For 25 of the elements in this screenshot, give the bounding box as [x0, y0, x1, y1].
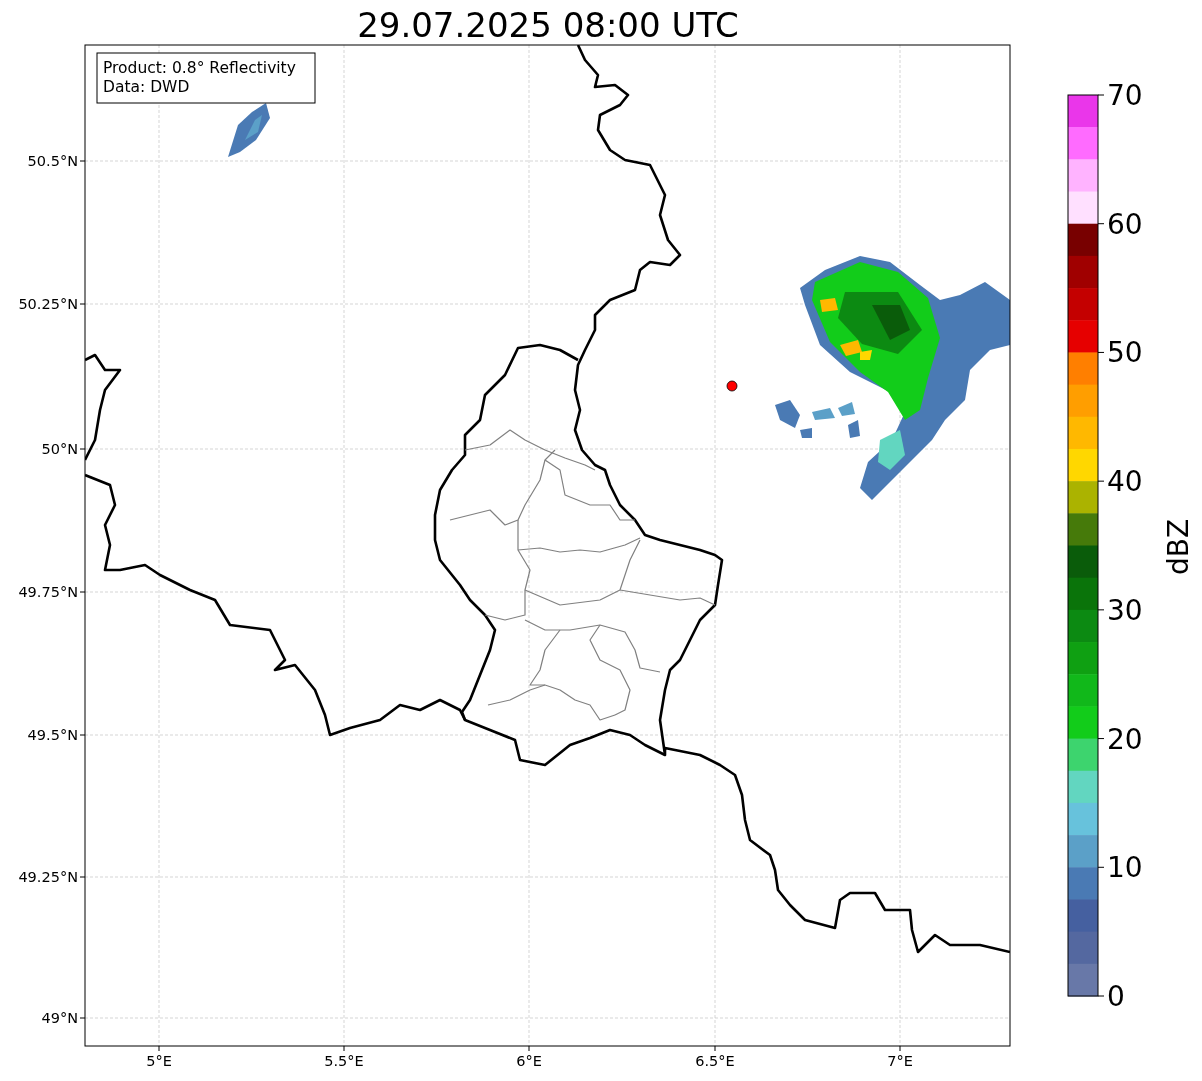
y-axis-tick-label: 50.5°N: [27, 153, 78, 169]
y-axis-tick-label: 50.25°N: [18, 296, 78, 312]
colorbar-tick-label: 60: [1107, 207, 1143, 241]
colorbar-label: dBZ: [1162, 518, 1195, 576]
colorbar-tick-label: 20: [1107, 722, 1143, 756]
info-text: Product: 0.8° Reflectivity: [103, 59, 296, 77]
colorbar-tick-label: 40: [1107, 465, 1143, 499]
info-text: Data: DWD: [103, 78, 190, 96]
y-axis-tick-label: 49.25°N: [18, 869, 78, 885]
y-axis-tick-label: 50°N: [41, 441, 78, 457]
x-axis-tick-label: 5°E: [146, 1053, 172, 1069]
colorbar-tick-label: 70: [1107, 79, 1143, 112]
y-axis-tick-label: 49.5°N: [27, 727, 78, 743]
colorbar-tick-label: 50: [1107, 336, 1143, 370]
x-axis-tick-label: 5.5°E: [324, 1053, 364, 1069]
colorbar-tick-label: 10: [1107, 851, 1143, 885]
y-axis-tick-label: 49.75°N: [18, 584, 78, 600]
x-axis-tick-label: 7°E: [887, 1053, 913, 1069]
x-axis-tick-label: 6°E: [516, 1053, 542, 1069]
y-axis-tick-label: 49°N: [41, 1010, 78, 1026]
location-marker-icon: [726, 380, 738, 392]
x-axis-tick-label: 6.5°E: [695, 1053, 735, 1069]
colorbar-tick-label: 30: [1107, 593, 1143, 627]
chart-title: 29.07.2025 08:00 UTC: [357, 5, 739, 45]
colorbar-tick-label: 0: [1107, 980, 1125, 1013]
